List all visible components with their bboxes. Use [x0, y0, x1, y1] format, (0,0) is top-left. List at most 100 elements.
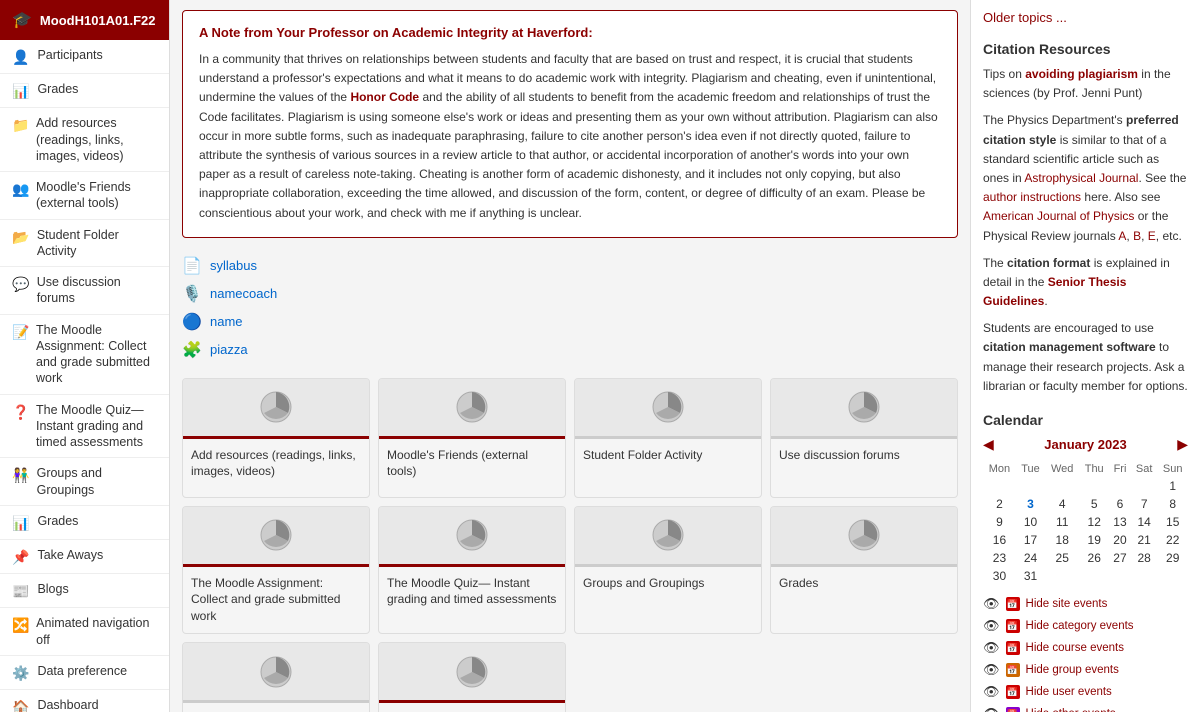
event-label-site-events[interactable]: Hide site events [1026, 598, 1108, 610]
cal-event-category-events[interactable]: 👁 📅 Hide category events [983, 615, 1188, 637]
calendar-day[interactable]: 14 [1131, 513, 1158, 531]
calendar-day[interactable]: 18 [1045, 531, 1079, 549]
card-grades-card[interactable]: Grades [770, 506, 958, 634]
event-label-user-events[interactable]: Hide user events [1026, 686, 1112, 698]
sidebar-item-participants[interactable]: 👤Participants [0, 40, 169, 74]
sidebar-item-blogs[interactable]: 📰Blogs [0, 574, 169, 608]
card-moodles-friends[interactable]: Moodle's Friends (external tools) [378, 378, 566, 498]
calendar-day[interactable]: 31 [1016, 567, 1045, 585]
calendar-day[interactable]: 2 [983, 495, 1016, 513]
review-a-link[interactable]: A [1118, 229, 1126, 243]
calendar-day[interactable]: 21 [1131, 531, 1158, 549]
review-b-link[interactable]: B [1133, 229, 1141, 243]
dot-group-events: 📅 [1006, 663, 1020, 677]
card-body-use-discussion: Use discussion forums [771, 439, 957, 472]
sidebar-item-animated-nav[interactable]: 🔀Animated navigation off [0, 608, 169, 656]
sidebar-icon-add-resources: 📁 [12, 116, 28, 134]
calendar-day[interactable]: 24 [1016, 549, 1045, 567]
cal-day-header-tue: Tue [1016, 461, 1045, 477]
calendar-day[interactable]: 6 [1109, 495, 1131, 513]
sidebar-item-grades2[interactable]: 📊Grades [0, 506, 169, 540]
cal-event-course-events[interactable]: 👁 📅 Hide course events [983, 637, 1188, 659]
calendar-day[interactable]: 26 [1079, 549, 1109, 567]
honor-code-link[interactable]: Honor Code [350, 90, 419, 104]
sidebar-item-grades[interactable]: 📊Grades [0, 74, 169, 108]
sidebar-item-groups-groupings[interactable]: 👫Groups and Groupings [0, 458, 169, 506]
card-moodle-assignment[interactable]: The Moodle Assignment: Collect and grade… [182, 506, 370, 634]
sidebar-item-moodle-assignment[interactable]: 📝The Moodle Assignment: Collect and grad… [0, 315, 169, 395]
calendar-day[interactable]: 15 [1157, 513, 1188, 531]
calendar-day[interactable]: 27 [1109, 549, 1131, 567]
calendar-day[interactable]: 10 [1016, 513, 1045, 531]
sidebar-item-moodles-friends[interactable]: 👥Moodle's Friends (external tools) [0, 172, 169, 220]
sidebar-item-add-resources[interactable]: 📁Add resources (readings, links, images,… [0, 108, 169, 172]
syllabus-link[interactable]: syllabus [210, 258, 257, 273]
author-instructions-link[interactable]: author instructions [983, 190, 1081, 204]
name-link[interactable]: name [210, 314, 243, 329]
calendar-day[interactable]: 30 [983, 567, 1016, 585]
calendar-day[interactable]: 19 [1079, 531, 1109, 549]
calendar-day [1079, 567, 1109, 585]
prev-month-button[interactable]: ◀ [983, 436, 994, 453]
calendar-day[interactable]: 9 [983, 513, 1016, 531]
pie-icon-card9 [258, 654, 294, 690]
card-moodle-quiz[interactable]: The Moodle Quiz— Instant grading and tim… [378, 506, 566, 634]
calendar-day[interactable]: 22 [1157, 531, 1188, 549]
calendar-day[interactable]: 13 [1109, 513, 1131, 531]
older-topics-link[interactable]: Older topics ... [983, 10, 1067, 25]
sidebar-item-data-preference[interactable]: ⚙️Data preference [0, 656, 169, 690]
event-label-other-events[interactable]: Hide other events [1026, 708, 1116, 712]
event-label-course-events[interactable]: Hide course events [1026, 642, 1124, 654]
card-student-folder[interactable]: Student Folder Activity [574, 378, 762, 498]
sidebar-label-moodle-quiz: The Moodle Quiz— Instant grading and tim… [36, 402, 157, 451]
cal-event-site-events[interactable]: 👁 📅 Hide site events [983, 593, 1188, 615]
calendar-day[interactable]: 12 [1079, 513, 1109, 531]
next-month-button[interactable]: ▶ [1177, 436, 1188, 453]
card-card10[interactable] [378, 642, 566, 712]
card-groups-groupings[interactable]: Groups and Groupings [574, 506, 762, 634]
thesis-guidelines-link[interactable]: Senior Thesis Guidelines [983, 275, 1126, 308]
sidebar-item-student-folder[interactable]: 📂Student Folder Activity [0, 220, 169, 268]
american-journal-link[interactable]: American Journal of Physics [983, 209, 1134, 223]
cal-event-group-events[interactable]: 👁 📅 Hide group events [983, 659, 1188, 681]
sidebar-icon-data-preference: ⚙️ [12, 664, 29, 682]
calendar-day[interactable]: 20 [1109, 531, 1131, 549]
cal-event-user-events[interactable]: 👁 📅 Hide user events [983, 681, 1188, 703]
calendar-day[interactable]: 7 [1131, 495, 1158, 513]
calendar-day[interactable]: 11 [1045, 513, 1079, 531]
cal-event-other-events[interactable]: 👁 📅 Hide other events [983, 703, 1188, 712]
sidebar-label-grades: Grades [37, 81, 78, 97]
namecoach-link[interactable]: namecoach [210, 286, 277, 301]
calendar-day[interactable]: 17 [1016, 531, 1045, 549]
sidebar-item-moodle-quiz[interactable]: ❓The Moodle Quiz— Instant grading and ti… [0, 395, 169, 459]
card-card9[interactable] [182, 642, 370, 712]
calendar-day[interactable]: 29 [1157, 549, 1188, 567]
sidebar-item-discussion-forums[interactable]: 💬Use discussion forums [0, 267, 169, 315]
event-label-group-events[interactable]: Hide group events [1026, 664, 1119, 676]
calendar-day[interactable]: 28 [1131, 549, 1158, 567]
card-label-groups-groupings: Groups and Groupings [583, 576, 704, 590]
calendar-day[interactable]: 25 [1045, 549, 1079, 567]
avoiding-plagiarism-link[interactable]: avoiding plagiarism [1025, 67, 1138, 81]
calendar-day[interactable]: 5 [1079, 495, 1109, 513]
calendar-section: Calendar ◀ January 2023 ▶ MonTueWedThuFr… [983, 412, 1188, 712]
sidebar-header[interactable]: 🎓 MoodH101A01.F22 [0, 0, 169, 40]
card-use-discussion[interactable]: Use discussion forums [770, 378, 958, 498]
sidebar-icon-groups-groupings: 👫 [12, 466, 29, 484]
sidebar-icon-moodle-assignment: 📝 [12, 323, 28, 341]
event-label-category-events[interactable]: Hide category events [1026, 620, 1134, 632]
calendar-day[interactable]: 3 [1016, 495, 1045, 513]
calendar-day[interactable]: 1 [1157, 477, 1188, 495]
calendar-day[interactable]: 4 [1045, 495, 1079, 513]
sidebar-item-take-aways[interactable]: 📌Take Aways [0, 540, 169, 574]
card-label-moodle-assignment: The Moodle Assignment: Collect and grade… [191, 576, 340, 624]
calendar-day[interactable]: 8 [1157, 495, 1188, 513]
note-title: A Note from Your Professor on Academic I… [199, 25, 941, 40]
astrophysical-link[interactable]: Astrophysical Journal [1024, 171, 1138, 185]
calendar-day[interactable]: 16 [983, 531, 1016, 549]
review-e-link[interactable]: E [1148, 229, 1156, 243]
piazza-link[interactable]: piazza [210, 342, 248, 357]
sidebar-item-dashboard[interactable]: 🏠Dashboard [0, 690, 169, 712]
calendar-day[interactable]: 23 [983, 549, 1016, 567]
card-add-resources[interactable]: Add resources (readings, links, images, … [182, 378, 370, 498]
